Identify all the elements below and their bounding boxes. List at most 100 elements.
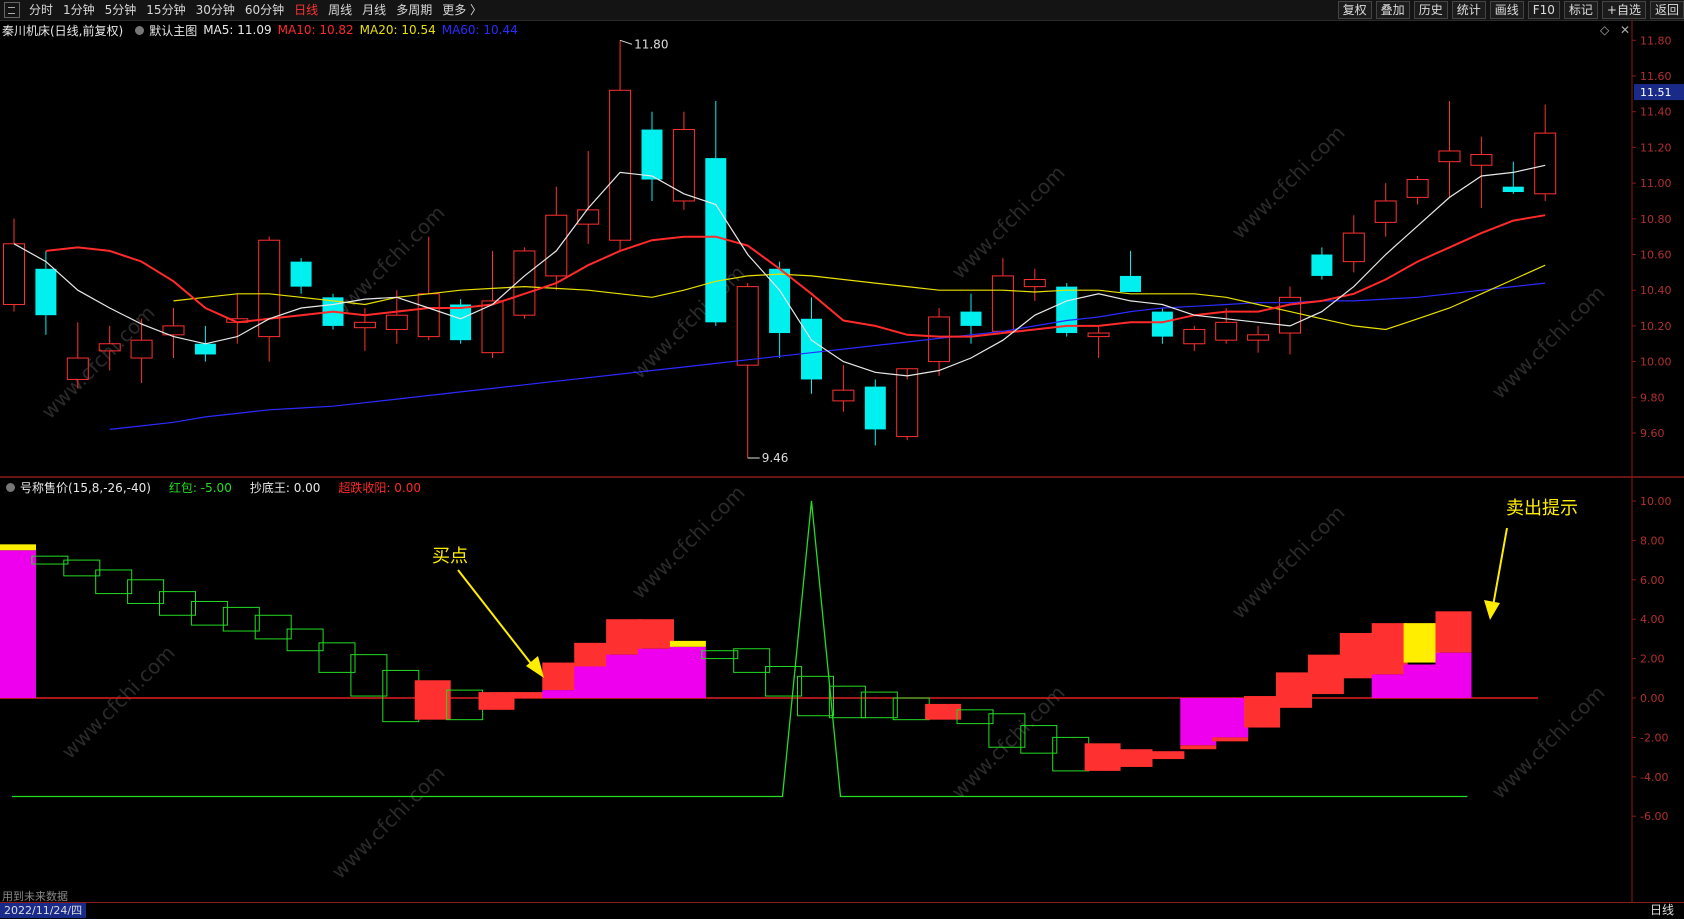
indicator-bar-red [1116,749,1153,767]
indicator-bar-red [478,692,515,710]
indicator-box-green [956,709,994,725]
indicator-box-green [797,675,834,717]
indicator-bar-red [925,703,962,720]
candle-body-up [1087,332,1110,338]
indicator-bar-red [1148,751,1185,760]
indicator-bar-red [510,692,547,698]
watermark: www.cfchi.com [627,481,750,604]
sell-arrow-shaft [1492,527,1508,607]
candle-body-up [1438,150,1461,163]
watermark: www.cfchi.com [327,201,450,324]
indicator-bar-magenta [542,690,579,698]
candle-body-up [991,275,1014,332]
indicator-bar-yellow [1403,623,1440,663]
indicator-bar-red [542,662,579,691]
indicator-box-green [190,600,228,626]
candle-body-up [1247,334,1270,341]
indicator-bar-magenta [1403,664,1440,698]
indicator-box-green [828,685,866,719]
candle-body-up [353,321,376,329]
indicator-box-green [733,648,771,673]
candle-body-down [290,261,312,287]
indicator-box-green [318,642,356,673]
price-tick-label: 11.20 [1640,141,1672,154]
candle-body-up [1406,179,1429,198]
current-price-label: 11.51 [1640,86,1672,99]
indicator-box-green [350,654,388,697]
low-price-label: 9.46 [762,451,789,465]
price-tick-label: 11.60 [1640,70,1672,83]
candle-body-down [1120,275,1141,292]
indicator-box-green [63,559,101,577]
indicator-bar-red [1084,743,1121,771]
candle-body-down [1151,311,1173,337]
indicator-tick-label: -2.00 [1640,731,1668,744]
price-tick-label: 10.20 [1640,320,1672,333]
candle-body-down [1502,186,1524,193]
indicator-bar-magenta [574,666,611,698]
candle-body-up [1183,328,1206,345]
candle-body-down [35,268,57,316]
indicator-bar-red [1212,737,1249,742]
indicator-box-green [382,669,420,723]
candle-body-down [641,129,663,180]
candle-body-down [705,158,727,323]
indicator-tick-label: -4.00 [1640,771,1668,784]
candle-body-up [1470,154,1493,166]
candle-body-up [130,339,153,359]
price-tick-label: 10.60 [1640,249,1672,262]
indicator-bar-red [574,642,611,667]
candle-body-up [1023,278,1046,288]
indicator-bar-red [1435,611,1472,653]
watermark: www.cfchi.com [947,681,1070,804]
indicator-box-green [892,697,930,721]
buy-point-label: 买点 [432,546,468,567]
candle-body-down [194,343,216,355]
indicator-bar-red [1339,632,1376,679]
indicator-bar-yellow [0,544,36,551]
candle-body-up [609,89,632,241]
indicator-bar-magenta [1180,698,1217,746]
indicator-tick-label: 2.00 [1640,653,1665,666]
date-tag: 2022/11/24/四 [0,903,87,918]
price-tick-label: 9.60 [1640,427,1665,440]
watermark: www.cfchi.com [327,761,450,884]
price-tick-label: 11.40 [1640,106,1672,119]
high-price-label: 11.80 [634,37,668,51]
candle-body-up [1374,200,1397,223]
watermark: www.cfchi.com [1487,681,1610,804]
indicator-bar-magenta [1435,652,1472,698]
sell-arrow-head [1484,600,1500,620]
candle-body-up [545,214,568,277]
indicator-box-green [159,591,196,616]
candle-body-up [417,293,440,338]
indicator-tick-label: 0.00 [1640,692,1665,705]
indicator-box-green [31,555,69,565]
watermark: www.cfchi.com [1227,121,1350,244]
indicator-box-green [127,579,165,604]
price-tick-label: 9.80 [1640,391,1665,404]
watermark: www.cfchi.com [947,161,1070,284]
candle-body-down [450,304,472,341]
indicator-bar-magenta [1371,674,1408,698]
kline-chart[interactable]: www.cfchi.com www.cfchi.com www.cfchi.com w… [0,0,1684,902]
watermark: www.cfchi.com [1487,281,1610,404]
price-tick-label: 10.80 [1640,213,1672,226]
indicator-bar-magenta [606,654,643,698]
indicator-tick-label: -6.00 [1640,810,1668,823]
indicator-bar-red [638,619,674,649]
indicator-bar-magenta [1212,698,1249,738]
high-marker-line [619,39,633,45]
candle-body-up [258,239,281,338]
indicator-bar-red [606,619,643,655]
period-tag[interactable]: 日线 [1640,903,1684,918]
candle-body-up [1215,321,1238,341]
indicator-box-green [701,650,739,660]
indicator-bar-magenta [638,648,674,698]
indicator-box-green [286,628,324,652]
buy-arrow-shaft [457,569,537,671]
indicator-bar-red [1180,745,1217,750]
indicator-tick-label: 8.00 [1640,534,1665,547]
indicator-bar-red [1307,654,1344,695]
candle-body-up [736,286,759,366]
